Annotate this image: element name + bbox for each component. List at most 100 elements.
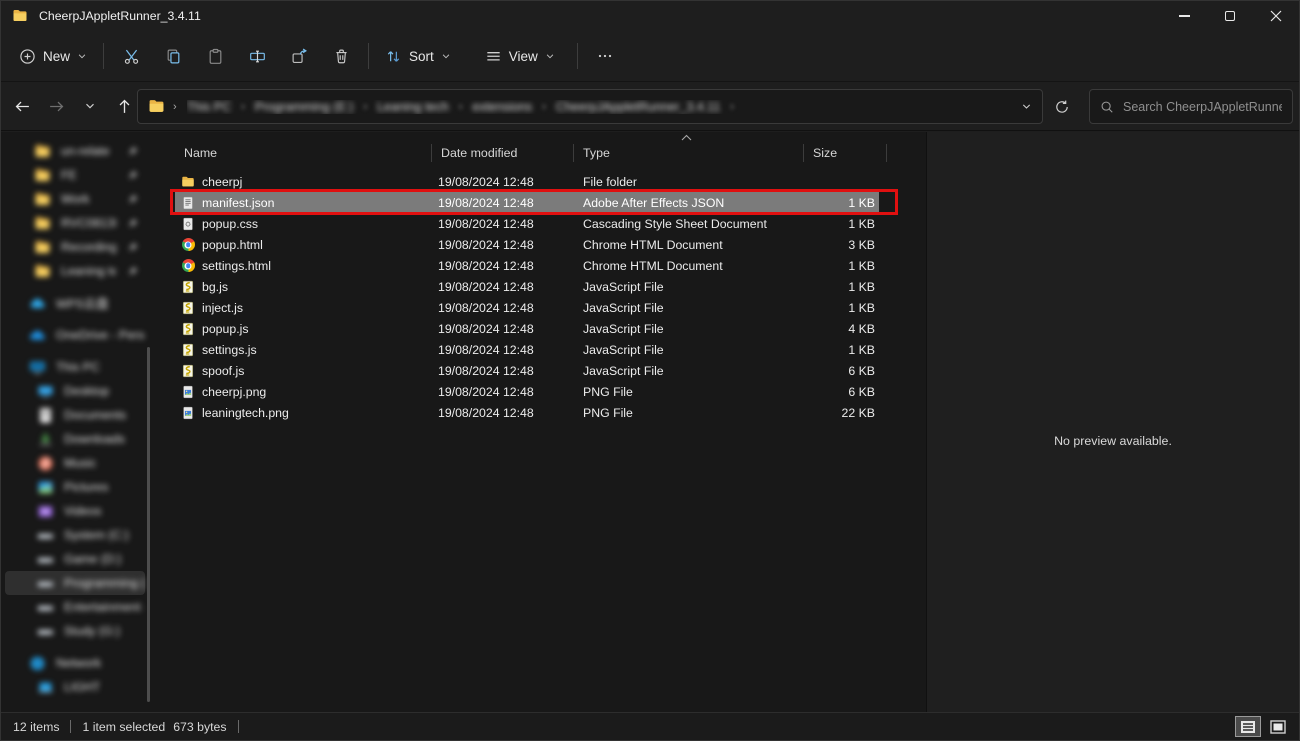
file-name-cell: spoof.js (175, 364, 431, 378)
column-header-date[interactable]: Date modified (431, 144, 573, 162)
file-row-leaningtech-png[interactable]: leaningtech.png19/08/2024 12:48PNG File2… (175, 402, 879, 423)
breadcrumb-segment[interactable]: Programming (E:) (255, 100, 354, 114)
minimize-button[interactable] (1161, 1, 1207, 31)
nav-buttons (1, 89, 141, 123)
sidebar-item-documents[interactable]: Documents (5, 403, 145, 427)
sidebar-item-label: Programming (E:) (64, 576, 145, 590)
sidebar-item-label: Pictures (64, 480, 145, 494)
new-button[interactable]: New (9, 38, 97, 74)
delete-button[interactable] (320, 38, 362, 74)
file-row-popup-js[interactable]: popup.js19/08/2024 12:48JavaScript File4… (175, 318, 879, 339)
js-icon (181, 280, 195, 294)
sidebar-item-study-g[interactable]: Study (G:) (5, 619, 145, 643)
this-pc-icon (29, 359, 46, 376)
forward-button[interactable] (39, 89, 73, 123)
plus-circle-icon (19, 48, 36, 65)
breadcrumb-chevron-icon[interactable]: › (459, 101, 463, 113)
maximize-button[interactable] (1207, 1, 1253, 31)
breadcrumb-segment[interactable]: This PC (187, 100, 231, 114)
address-bar[interactable]: › This PC › Programming (E:) › Leaning tech ›… (137, 89, 1043, 124)
file-row-bg-js[interactable]: bg.js19/08/2024 12:48JavaScript File1 KB (175, 276, 879, 297)
file-row-spoof-js[interactable]: spoof.js19/08/2024 12:48JavaScript File6… (175, 360, 879, 381)
breadcrumb-segment[interactable]: Leaning tech (377, 100, 449, 114)
maximize-icon (1225, 11, 1235, 21)
breadcrumb-chevron-icon[interactable]: › (542, 101, 546, 113)
file-name: leaningtech.png (202, 406, 289, 420)
breadcrumb-chevron-icon[interactable]: › (241, 101, 245, 113)
breadcrumb-segment[interactable]: CheerpJAppletRunner_3.4.11 (556, 100, 720, 114)
file-type: JavaScript File (573, 364, 803, 378)
sidebar-item-label: Documents (64, 408, 145, 422)
file-row-manifest-json[interactable]: manifest.json19/08/2024 12:48Adobe After… (175, 192, 879, 213)
file-size: 1 KB (803, 259, 879, 273)
file-row-inject-js[interactable]: inject.js19/08/2024 12:48JavaScript File… (175, 297, 879, 318)
sidebar-item-videos[interactable]: Videos (5, 499, 145, 523)
breadcrumb-chevron-icon[interactable]: › (363, 101, 367, 113)
folder-icon (34, 143, 51, 160)
sidebar-item-network[interactable]: Network (5, 651, 145, 675)
breadcrumb-chevron-icon[interactable]: › (730, 101, 734, 113)
sidebar-item-label: OneDrive - Person (56, 328, 145, 342)
file-row-popup-css[interactable]: popup.css19/08/2024 12:48Cascading Style… (175, 213, 879, 234)
large-icons-view-button[interactable] (1265, 716, 1291, 737)
sidebar-item-downloads[interactable]: Downloads (5, 427, 145, 451)
column-header-type[interactable]: Type (573, 144, 803, 162)
file-rows: cheerpj19/08/2024 12:48File foldermanife… (175, 171, 887, 423)
sidebar-item-pictures[interactable]: Pictures (5, 475, 145, 499)
file-type: PNG File (573, 385, 803, 399)
sidebar-item-recordings[interactable]: Recordings (5, 235, 145, 259)
breadcrumb-segment[interactable]: extensions (472, 100, 532, 114)
column-header-name[interactable]: Name (175, 144, 431, 162)
sidebar-item-fe[interactable]: FE (5, 163, 145, 187)
search-box[interactable] (1089, 89, 1293, 124)
json-doc-icon (181, 196, 195, 210)
sidebar-item-onedrive-person[interactable]: OneDrive - Person (5, 323, 145, 347)
rename-button[interactable] (236, 38, 278, 74)
sidebar-item-entertainment-f[interactable]: Entertainment (F:) (5, 595, 145, 619)
address-dropdown-chevron-icon[interactable] (1021, 101, 1032, 112)
column-header-size[interactable]: Size (803, 144, 887, 162)
drive-icon (37, 527, 54, 544)
recent-locations-button[interactable] (73, 89, 107, 123)
up-button[interactable] (107, 89, 141, 123)
pin-icon (126, 193, 139, 206)
sidebar-item-wps[interactable]: WPS云盘 (5, 291, 145, 315)
sidebar-item-this-pc[interactable]: This PC (5, 355, 145, 379)
sidebar-item-light[interactable]: LIGHT (5, 675, 145, 699)
details-view-button[interactable] (1235, 716, 1261, 737)
sidebar-item-desktop[interactable]: Desktop (5, 379, 145, 403)
paste-button[interactable] (194, 38, 236, 74)
sidebar-item-un-relate[interactable]: un-relate (5, 139, 145, 163)
desktop-icon (37, 383, 54, 400)
close-button[interactable] (1253, 1, 1299, 31)
sort-button[interactable]: Sort (375, 38, 461, 74)
sidebar-item-game-d[interactable]: Game (D:) (5, 547, 145, 571)
file-date: 19/08/2024 12:48 (431, 406, 573, 420)
refresh-button[interactable] (1047, 92, 1077, 122)
view-button[interactable]: View (475, 38, 565, 74)
pin-icon (126, 265, 139, 278)
copy-button[interactable] (152, 38, 194, 74)
sidebar-item-system-c[interactable]: System (C:) (5, 523, 145, 547)
sidebar-item-rvc0813nvid[interactable]: RVC0813Nvid (5, 211, 145, 235)
file-row-settings-html[interactable]: settings.html19/08/2024 12:48Chrome HTML… (175, 255, 879, 276)
cut-button[interactable] (110, 38, 152, 74)
computer-icon (37, 679, 54, 696)
sidebar-item-programming-e[interactable]: Programming (E:) (5, 571, 145, 595)
search-input[interactable] (1123, 100, 1282, 114)
drive-icon (37, 551, 54, 568)
more-options-button[interactable] (584, 38, 626, 74)
sidebar-item-music[interactable]: Music (5, 451, 145, 475)
sidebar-item-work[interactable]: Work (5, 187, 145, 211)
onedrive-icon (29, 327, 46, 344)
file-row-cheerpj-png[interactable]: cheerpj.png19/08/2024 12:48PNG File6 KB (175, 381, 879, 402)
file-row-popup-html[interactable]: popup.html19/08/2024 12:48Chrome HTML Do… (175, 234, 879, 255)
js-icon (181, 301, 195, 315)
share-button[interactable] (278, 38, 320, 74)
file-name-cell: cheerpj.png (175, 385, 431, 399)
file-row-cheerpj[interactable]: cheerpj19/08/2024 12:48File folder (175, 171, 879, 192)
sidebar-scrollbar[interactable] (147, 347, 150, 702)
file-row-settings-js[interactable]: settings.js19/08/2024 12:48JavaScript Fi… (175, 339, 879, 360)
back-button[interactable] (5, 89, 39, 123)
sidebar-item-leaning-tech[interactable]: Leaning tech (5, 259, 145, 283)
